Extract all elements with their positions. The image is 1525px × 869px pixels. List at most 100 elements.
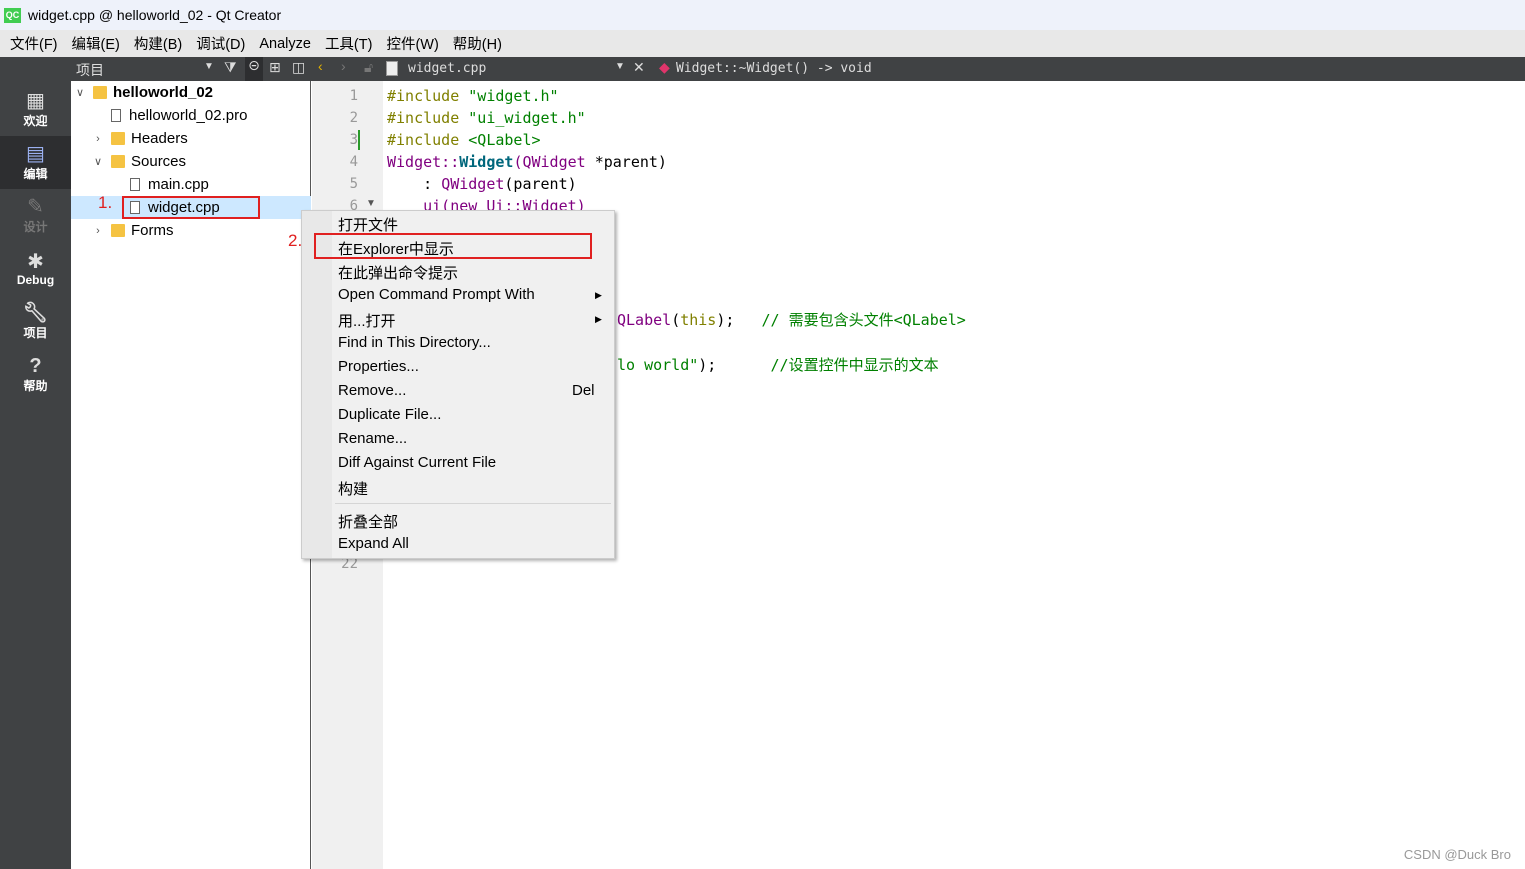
menu-item-diff[interactable]: Diff Against Current File (338, 454, 496, 471)
tree-item-sources[interactable]: ∨ Sources (91, 150, 186, 173)
line-number: 5 (349, 176, 358, 192)
code-line: Widget::Widget(QWidget *parent) (387, 153, 667, 171)
menu-item-open-with[interactable]: 用...打开 (338, 310, 396, 331)
current-file[interactable]: widget.cpp (408, 61, 486, 76)
annotation-box-1 (122, 196, 260, 219)
code-line: #include "ui_widget.h" (387, 109, 586, 127)
close-panel-icon[interactable]: ◫ (292, 59, 305, 76)
menu-debug[interactable]: 调试(D) (189, 33, 252, 54)
mode-help[interactable]: ? 帮助 (0, 348, 71, 401)
tree-label: main.cpp (148, 176, 209, 193)
submenu-arrow-icon: ▶ (595, 290, 602, 300)
menu-item-collapse-all[interactable]: 折叠全部 (338, 511, 398, 532)
help-icon: ? (29, 355, 42, 377)
edit-icon: ▤ (26, 143, 45, 165)
tree-item-main[interactable]: main.cpp (130, 173, 209, 196)
mode-label: 项目 (23, 326, 48, 340)
title-bar: QC widget.cpp @ helloworld_02 - Qt Creat… (0, 0, 1525, 30)
wrench-icon: 🔧︎ (22, 302, 49, 324)
menu-controls[interactable]: 控件(W) (379, 33, 445, 54)
submenu-arrow-icon: ▶ (595, 314, 602, 324)
mode-debug[interactable]: ✱ Debug (0, 242, 71, 295)
tree-label: Headers (131, 130, 188, 147)
pro-file-icon (111, 109, 121, 122)
mode-label: 帮助 (23, 379, 48, 393)
mode-welcome[interactable]: ▦ 欢迎 (0, 83, 71, 136)
back-icon[interactable]: ‹ (318, 58, 323, 74)
filter-icon[interactable]: ⧩ (224, 59, 237, 76)
forward-icon[interactable]: › (341, 58, 346, 74)
lock-icon: 🔓︎ (364, 59, 374, 75)
grid-icon: ▦ (26, 90, 45, 112)
mode-label: Debug (16, 272, 55, 287)
menu-item-expand-all[interactable]: Expand All (338, 535, 409, 552)
code-line: #include "widget.h" (387, 87, 559, 105)
bug-icon: ✱ (27, 250, 44, 273)
folder-icon (111, 155, 125, 168)
tree-item-forms[interactable]: › Forms (91, 219, 174, 242)
menu-item-open-command-prompt-here[interactable]: 在此弹出命令提示 (338, 262, 458, 283)
cpp-file-icon (130, 178, 140, 191)
qt-logo-icon: QC (4, 7, 21, 23)
chevron-right-icon[interactable]: › (91, 133, 105, 145)
close-file-icon[interactable]: ✕ (633, 59, 645, 76)
toolbar: 项目 ▼ ⧩ ⊝ ⊞ ◫ ‹ › 🔓︎ widget.cpp ▼ ✕ ◆ Wid… (0, 57, 1525, 81)
tree-label: helloworld_02 (113, 84, 214, 101)
code-line: #include <QLabel> (387, 131, 541, 149)
mode-design[interactable]: ✎ 设计 (0, 189, 71, 242)
menu-help[interactable]: 帮助(H) (446, 33, 509, 54)
watermark: CSDN @Duck Bro (1403, 847, 1511, 862)
chevron-down-icon[interactable]: ∨ (91, 155, 105, 168)
menu-build[interactable]: 构建(B) (127, 33, 189, 54)
line-number: 2 (349, 110, 358, 126)
symbol-icon: ◆ (659, 59, 670, 75)
panel-dropdown-icon[interactable]: ▼ (204, 61, 214, 72)
folder-icon (111, 224, 125, 237)
window-title: widget.cpp @ helloworld_02 - Qt Creator (28, 7, 282, 23)
menu-item-remove[interactable]: Remove... (338, 382, 406, 399)
menu-item-open-command-prompt-with[interactable]: Open Command Prompt With (338, 286, 535, 303)
menu-item-open-file[interactable]: 打开文件 (338, 214, 398, 235)
annotation-box-2 (314, 233, 592, 259)
menu-edit[interactable]: 编辑(E) (65, 33, 127, 54)
mode-edit[interactable]: ▤ 编辑 (0, 136, 71, 189)
file-dropdown-icon[interactable]: ▼ (615, 61, 625, 72)
mode-bar: ▦ 欢迎 ▤ 编辑 ✎ 设计 ✱ Debug 🔧︎ 项目 ? 帮助 (0, 81, 71, 869)
mode-label: 编辑 (23, 167, 48, 181)
change-marker (358, 130, 360, 150)
tree-item-project[interactable]: ∨ helloworld_02 (73, 81, 213, 104)
line-number: 1 (349, 88, 358, 104)
symbol-selector[interactable]: Widget::~Widget() -> void (676, 61, 872, 76)
menu-bar: 文件(F) 编辑(E) 构建(B) 调试(D) Analyze 工具(T) 控件… (0, 30, 1525, 57)
tree-label: helloworld_02.pro (129, 107, 248, 124)
chevron-right-icon[interactable]: › (91, 225, 105, 237)
pencil-icon: ✎ (27, 196, 44, 218)
fold-arrow-icon[interactable]: ▼ (366, 198, 376, 209)
chevron-down-icon[interactable]: ∨ (73, 86, 87, 99)
tree-item-headers[interactable]: › Headers (91, 127, 188, 150)
menu-file[interactable]: 文件(F) (3, 33, 65, 54)
menu-item-duplicate-file[interactable]: Duplicate File... (338, 406, 441, 423)
mode-projects[interactable]: 🔧︎ 项目 (0, 295, 71, 348)
menu-item-build[interactable]: 构建 (338, 478, 368, 499)
tree-item-pro[interactable]: helloworld_02.pro (111, 104, 247, 127)
link-icon[interactable]: ⊝ (245, 57, 263, 81)
folder-icon (93, 86, 107, 99)
panel-title: 项目 (76, 62, 104, 78)
menu-item-properties[interactable]: Properties... (338, 358, 419, 375)
line-number: 3 (349, 132, 358, 148)
menu-tools[interactable]: 工具(T) (318, 33, 380, 54)
file-icon (386, 61, 398, 76)
code-line: lo world"); //设置控件中显示的文本 (617, 356, 939, 374)
code-line: QLabel(this); // 需要包含头文件<QLabel> (617, 311, 966, 329)
menu-analyze[interactable]: Analyze (252, 36, 318, 52)
tree-label: Sources (131, 153, 187, 170)
mode-label: 欢迎 (23, 114, 48, 128)
split-icon[interactable]: ⊞ (269, 59, 281, 76)
menu-item-rename[interactable]: Rename... (338, 430, 407, 447)
context-menu: 打开文件 在Explorer中显示 在此弹出命令提示 Open Command … (301, 210, 615, 559)
code-line: : QWidget(parent) (387, 175, 577, 193)
tree-label: Forms (131, 222, 174, 239)
menu-item-find-in-directory[interactable]: Find in This Directory... (338, 334, 491, 351)
remove-shortcut: Del (572, 382, 595, 399)
